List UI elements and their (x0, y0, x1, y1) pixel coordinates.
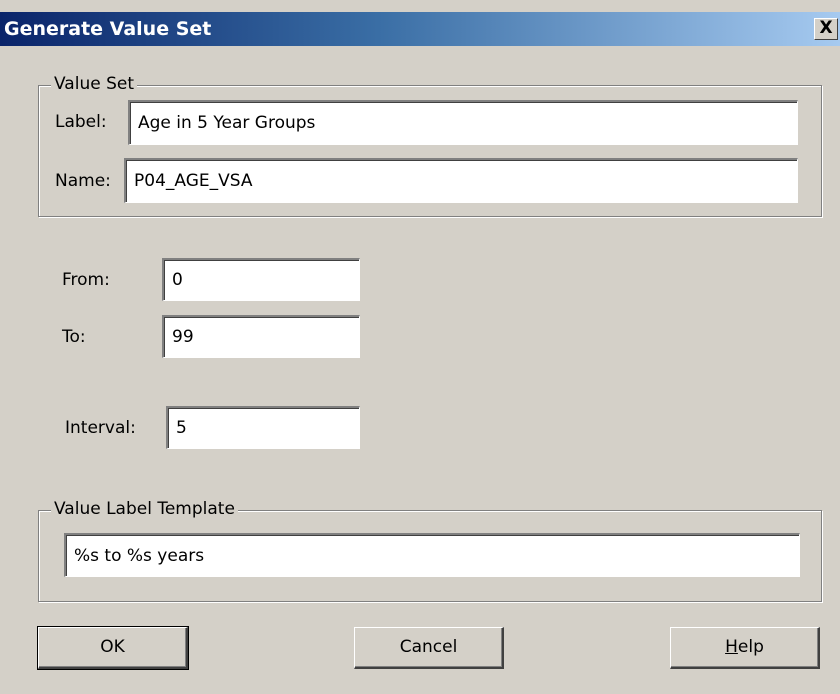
name-input-value: P04_AGE_VSA (134, 171, 253, 191)
help-button-label: elp (737, 637, 764, 657)
value-set-group-title: Value Set (51, 74, 138, 94)
interval-input-value: 5 (176, 418, 187, 438)
from-input-value: 0 (172, 270, 183, 290)
value-label-template-value: %s to %s years (74, 545, 205, 566)
to-input[interactable]: 99 (162, 315, 360, 358)
title-bar[interactable]: Generate Value Set X (0, 12, 840, 46)
close-icon: X (819, 18, 833, 38)
cancel-button-label: Cancel (399, 637, 458, 657)
help-button-mnemonic: H (725, 637, 738, 657)
label-input-value: Age in 5 Year Groups (138, 113, 316, 133)
name-caption: Name: (55, 171, 111, 191)
value-label-template-input[interactable]: %s to %s years (64, 533, 800, 577)
interval-caption: Interval: (65, 418, 136, 438)
help-button[interactable]: Help (670, 627, 820, 669)
from-input[interactable]: 0 (162, 258, 360, 301)
cancel-button[interactable]: Cancel (354, 627, 504, 669)
ok-button-label: OK (100, 637, 125, 657)
ok-button[interactable]: OK (37, 626, 189, 670)
name-input[interactable]: P04_AGE_VSA (124, 158, 798, 203)
from-caption: From: (62, 270, 110, 290)
value-label-template-group-title: Value Label Template (51, 499, 238, 519)
window-title: Generate Value Set (4, 18, 212, 40)
close-button[interactable]: X (814, 18, 838, 40)
to-input-value: 99 (172, 327, 194, 347)
interval-input[interactable]: 5 (166, 406, 360, 449)
label-caption: Label: (55, 112, 107, 132)
label-input[interactable]: Age in 5 Year Groups (128, 100, 798, 145)
to-caption: To: (62, 327, 86, 347)
